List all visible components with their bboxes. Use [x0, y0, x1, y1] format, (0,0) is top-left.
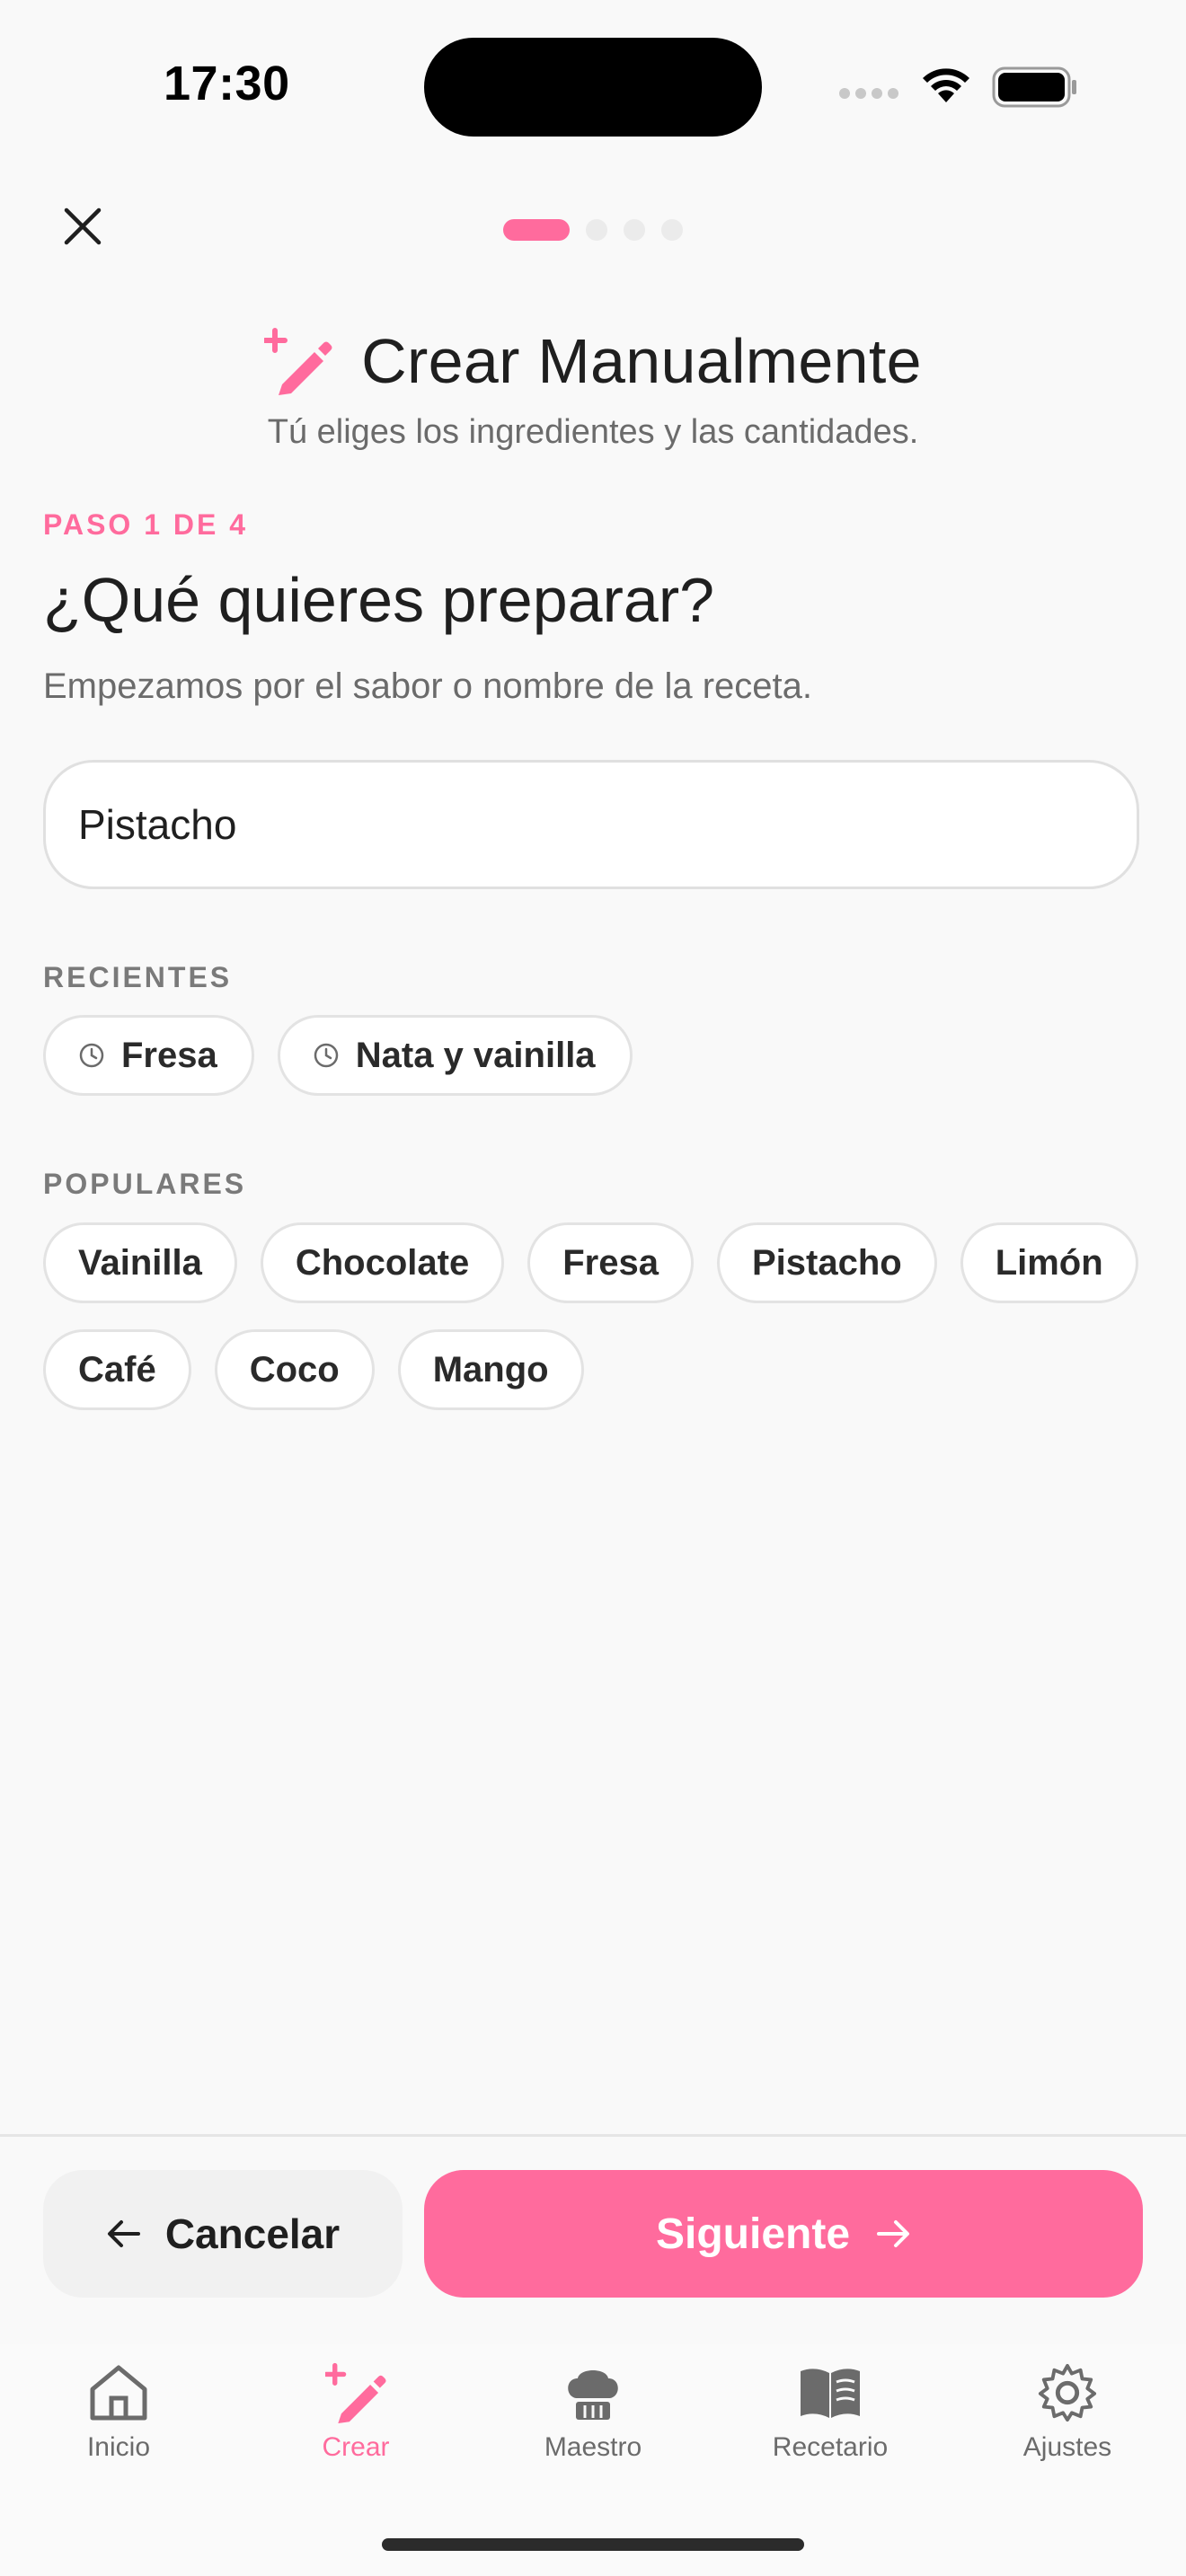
progress-dot: [586, 219, 607, 241]
home-indicator: [382, 2538, 804, 2551]
battery-icon: [992, 66, 1076, 108]
progress-dot: [624, 219, 645, 241]
tab-label: Crear: [322, 2432, 390, 2462]
arrow-right-icon: [877, 2220, 910, 2247]
popular-chip-chocolate[interactable]: Chocolate: [260, 1222, 505, 1303]
step-hint: Empezamos por el sabor o nombre de la re…: [43, 666, 812, 706]
chip-label: Nata y vainilla: [355, 1035, 596, 1075]
next-label: Siguiente: [655, 2210, 851, 2258]
book-icon: [801, 2369, 860, 2418]
progress-dot: [661, 219, 683, 241]
recent-chip-fresa[interactable]: Fresa: [43, 1015, 254, 1096]
chip-label: Fresa: [121, 1035, 217, 1075]
cellular-signal-icon: [839, 88, 898, 99]
recent-chip-nata-y-vainilla[interactable]: Nata y vainilla: [277, 1015, 633, 1096]
step-progress-indicator: [503, 219, 683, 241]
step-label: PASO 1 DE 4: [43, 508, 249, 541]
close-icon: [64, 207, 102, 245]
dynamic-island: [424, 38, 762, 137]
tab-crear[interactable]: Crear: [266, 2362, 446, 2463]
home-icon: [90, 2365, 147, 2421]
next-button[interactable]: Siguiente: [424, 2170, 1143, 2298]
recipe-name-field[interactable]: [43, 760, 1139, 889]
popular-chip-mango[interactable]: Mango: [397, 1329, 584, 1410]
gear-icon: [1038, 2363, 1097, 2422]
wifi-icon: [923, 68, 969, 102]
tab-inicio[interactable]: Inicio: [29, 2362, 208, 2463]
status-time: 17:30: [164, 57, 290, 110]
popular-chips-row-2: Café Coco Mango: [43, 1329, 584, 1410]
step-question: ¿Qué quieres preparar?: [43, 565, 715, 635]
chef-hat-icon: [568, 2370, 618, 2420]
recent-section-label: RECIENTES: [43, 961, 233, 993]
cancel-label: Cancelar: [164, 2210, 341, 2257]
popular-chip-pistacho[interactable]: Pistacho: [716, 1222, 937, 1303]
close-button[interactable]: [56, 199, 110, 253]
tab-label: Maestro: [544, 2432, 642, 2462]
tab-ajustes[interactable]: Ajustes: [978, 2362, 1157, 2463]
recipe-name-input[interactable]: [46, 763, 1137, 887]
recent-chips: Fresa Nata y vainilla: [43, 1015, 633, 1096]
tab-label: Inicio: [86, 2432, 151, 2462]
popular-chip-cafe[interactable]: Café: [43, 1329, 191, 1410]
tab-recetario[interactable]: Recetario: [740, 2362, 920, 2463]
tab-label: Recetario: [772, 2432, 889, 2462]
popular-chip-vainilla[interactable]: Vainilla: [43, 1222, 237, 1303]
magic-wand-icon: [264, 328, 332, 395]
popular-chip-limon[interactable]: Limón: [960, 1222, 1138, 1303]
clock-icon: [314, 1043, 338, 1068]
actions-divider: [0, 2134, 1186, 2137]
popular-chips-row-1: Vainilla Chocolate Fresa Pistacho Limón: [43, 1222, 1138, 1303]
popular-section-label: POPULARES: [43, 1168, 247, 1200]
cancel-button[interactable]: Cancelar: [43, 2170, 403, 2298]
tab-maestro[interactable]: Maestro: [503, 2362, 683, 2463]
page-subtitle: Tú eliges los ingredientes y las cantida…: [267, 413, 919, 451]
progress-dot-active: [503, 219, 570, 241]
page-header: Crear Manualmente: [0, 325, 1186, 397]
arrow-left-icon: [107, 2220, 140, 2247]
popular-chip-coco[interactable]: Coco: [214, 1329, 375, 1410]
popular-chip-fresa[interactable]: Fresa: [527, 1222, 694, 1303]
tab-label: Ajustes: [1022, 2432, 1112, 2462]
page-title: Crear Manualmente: [361, 326, 922, 396]
clock-icon: [79, 1043, 104, 1068]
magic-wand-icon: [325, 2362, 386, 2423]
